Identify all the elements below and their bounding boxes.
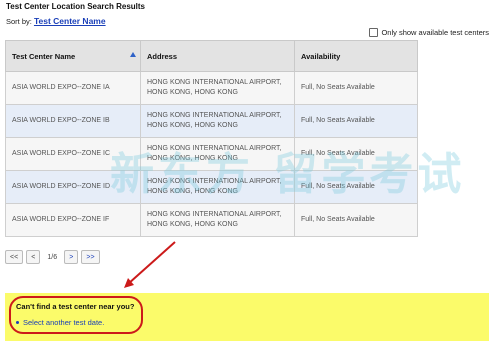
notice-title: Can't find a test center near you? <box>16 302 135 311</box>
select-another-date-link[interactable]: Select another test date. <box>23 318 104 327</box>
bullet-icon <box>16 321 19 324</box>
select-another-date-item[interactable]: Select another test date. <box>16 318 104 327</box>
arrow-shaft <box>127 241 176 285</box>
